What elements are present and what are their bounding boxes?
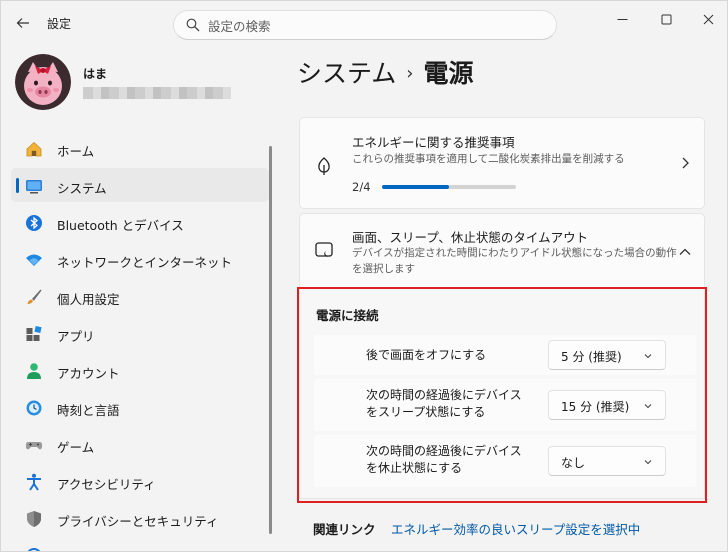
sleep-dropdown[interactable]: 15 分 (推奨) <box>548 390 666 420</box>
screen-off-row: 後で画面をオフにする 5 分 (推奨) <box>314 335 696 375</box>
clock-globe-icon <box>25 399 43 417</box>
app-title: 設定 <box>47 17 72 31</box>
chevron-down-icon <box>644 354 652 359</box>
home-icon <box>25 140 43 158</box>
minimize-icon <box>617 18 627 20</box>
sleep-row: 次の時間の経過後にデバイス をスリープ状態にする 15 分 (推奨) <box>314 379 696 431</box>
pig-avatar-icon <box>15 54 71 110</box>
progress-fill <box>382 185 449 189</box>
sidebar-item-network[interactable]: ネットワークとインターネット <box>11 242 269 276</box>
sidebar-item-label: ゲーム <box>57 440 95 455</box>
wifi-icon <box>25 251 43 269</box>
timeout-title: 画面、スリープ、休止状態のタイムアウト <box>352 230 589 245</box>
sleep-label-line1: 次の時間の経過後にデバイス <box>366 388 522 402</box>
sidebar-item-label: アプリ <box>57 329 95 344</box>
hibernate-row: 次の時間の経過後にデバイス を休止状態にする なし <box>314 435 696 487</box>
screen-off-label: 後で画面をオフにする <box>366 348 487 362</box>
close-button[interactable] <box>691 7 725 31</box>
chevron-up-icon <box>679 248 691 255</box>
breadcrumb: システム › 電源 <box>297 54 473 90</box>
chevron-right-icon <box>682 157 689 169</box>
sidebar-item-label: 時刻と言語 <box>57 403 120 418</box>
search-input[interactable] <box>208 16 538 36</box>
settings-window: 設定 設定の検索 はま ホーム システム Bluetooth とデバイス ネット… <box>0 0 728 552</box>
chevron-down-icon <box>644 404 652 409</box>
display-icon <box>25 177 43 195</box>
apps-icon <box>25 325 43 343</box>
sidebar-item-bluetooth[interactable]: Bluetooth とデバイス <box>11 205 269 239</box>
shield-icon <box>25 510 43 528</box>
user-email-redacted <box>83 87 231 99</box>
timeout-description-line2: を選択します <box>352 263 415 275</box>
sidebar-item-label: アカウント <box>57 366 120 381</box>
leaf-icon <box>318 157 330 175</box>
user-name: はま <box>83 67 108 81</box>
screen-off-value: 5 分 (推奨) <box>561 350 622 364</box>
search-icon <box>186 18 200 32</box>
hibernate-label-line2: を休止状態にする <box>366 461 463 475</box>
plugged-in-title: 電源に接続 <box>316 308 379 323</box>
sidebar-item-label: システム <box>57 181 107 196</box>
close-icon <box>703 14 713 24</box>
sleep-monitor-icon <box>315 242 333 257</box>
back-button[interactable] <box>11 11 35 35</box>
maximize-button[interactable] <box>649 7 683 31</box>
sidebar-item-system[interactable]: システム <box>11 168 269 202</box>
sleep-settings-link[interactable]: エネルギー効率の良いスリープ設定を選択中 <box>391 519 640 538</box>
sidebar-item-label: アクセシビリティ <box>57 477 156 492</box>
selection-indicator <box>16 178 19 193</box>
plugged-in-section: 電源に接続 後で画面をオフにする 5 分 (推奨) 次の時間の経過後にデバイス … <box>299 289 705 499</box>
sidebar-item-home[interactable]: ホーム <box>11 131 269 165</box>
energy-recommendations-card[interactable]: エネルギーに関する推奨事項 これらの推奨事項を適用して二酸化炭素排出量を削減する… <box>299 117 705 209</box>
gamepad-icon <box>25 436 43 454</box>
sidebar-item-label: ネットワークとインターネット <box>57 255 233 270</box>
sidebar-item-label: ホーム <box>57 144 95 159</box>
person-icon <box>25 362 43 380</box>
sidebar-scrollbar[interactable] <box>269 146 272 534</box>
sidebar: ホーム システム Bluetooth とデバイス ネットワークとインターネット <box>1 129 271 551</box>
recommendations-description: これらの推奨事項を適用して二酸化炭素排出量を削減する <box>352 153 625 165</box>
sidebar-item-accounts[interactable]: アカウント <box>11 353 269 387</box>
related-links-label: 関連リンク <box>313 522 376 537</box>
sidebar-item-partial[interactable] <box>11 538 269 551</box>
brush-icon <box>25 288 43 306</box>
sidebar-item-gaming[interactable]: ゲーム <box>11 427 269 461</box>
recommendations-title: エネルギーに関する推奨事項 <box>352 135 515 150</box>
breadcrumb-separator: › <box>406 63 414 84</box>
sidebar-item-apps[interactable]: アプリ <box>11 316 269 350</box>
sidebar-item-accessibility[interactable]: アクセシビリティ <box>11 464 269 498</box>
bluetooth-icon <box>25 214 43 232</box>
progress-count: 2/4 <box>352 180 371 194</box>
hibernate-label-line1: 次の時間の経過後にデバイス <box>366 444 522 458</box>
sidebar-item-label: プライバシーとセキュリティ <box>57 514 219 529</box>
back-arrow-icon <box>16 18 29 28</box>
hibernate-value: なし <box>561 456 586 470</box>
windows-update-icon <box>25 547 43 551</box>
search-box[interactable] <box>173 10 557 40</box>
page-title: 電源 <box>423 59 474 88</box>
sleep-value: 15 分 (推奨) <box>561 400 630 414</box>
timeout-description-line1: デバイスが指定された時間にわたりアイドル状態になった場合の動作 <box>352 247 677 259</box>
title-bar: 設定 <box>1 1 727 45</box>
sidebar-item-label: Bluetooth とデバイス <box>57 218 184 233</box>
sidebar-item-privacy[interactable]: プライバシーとセキュリティ <box>11 501 269 535</box>
progress-bar <box>382 185 516 189</box>
sleep-label-line2: をスリープ状態にする <box>366 405 486 419</box>
maximize-icon <box>661 14 671 24</box>
sidebar-item-time-language[interactable]: 時刻と言語 <box>11 390 269 424</box>
breadcrumb-parent[interactable]: システム <box>297 59 396 88</box>
sidebar-item-label: 個人用設定 <box>57 292 120 307</box>
chevron-down-icon <box>644 460 652 465</box>
screen-off-dropdown[interactable]: 5 分 (推奨) <box>548 340 666 370</box>
screen-sleep-timeout-card[interactable]: 画面、スリープ、休止状態のタイムアウト デバイスが指定された時間にわたりアイドル… <box>299 213 705 289</box>
sidebar-item-personalization[interactable]: 個人用設定 <box>11 279 269 313</box>
accessibility-icon <box>25 473 43 491</box>
avatar[interactable] <box>15 54 71 110</box>
hibernate-dropdown[interactable]: なし <box>548 446 666 476</box>
minimize-button[interactable] <box>605 7 639 31</box>
